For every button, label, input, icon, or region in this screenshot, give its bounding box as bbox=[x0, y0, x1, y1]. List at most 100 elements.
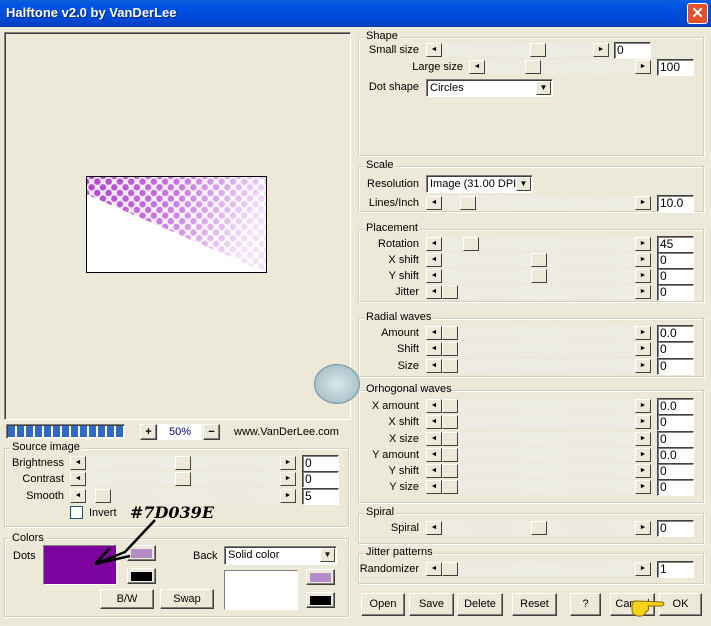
swap-button[interactable]: Swap bbox=[160, 589, 214, 609]
arrow-left-icon[interactable]: ◄ bbox=[426, 399, 442, 413]
radial-amount-value[interactable]: 0.0 bbox=[657, 325, 694, 342]
small-size-slider[interactable] bbox=[426, 43, 609, 57]
jitter-randomizer-thumb[interactable] bbox=[442, 562, 458, 576]
smooth-thumb[interactable] bbox=[95, 489, 111, 503]
close-icon[interactable]: ✕ bbox=[687, 3, 708, 24]
radial-amount-slider[interactable] bbox=[426, 326, 651, 340]
help-button[interactable]: ? bbox=[570, 593, 601, 616]
orthogonal-y-shift-slider[interactable] bbox=[426, 464, 651, 478]
zoom-in-button[interactable]: + bbox=[140, 424, 157, 440]
open-button[interactable]: Open bbox=[361, 593, 405, 616]
arrow-left-icon[interactable]: ◄ bbox=[426, 448, 442, 462]
orthogonal-x-size-thumb[interactable] bbox=[442, 432, 458, 446]
spiral-spiral-thumb[interactable] bbox=[531, 521, 547, 535]
arrow-left-icon[interactable]: ◄ bbox=[426, 562, 442, 576]
resolution-select[interactable]: Image (31.00 DPI ▼ bbox=[426, 175, 533, 193]
arrow-right-icon[interactable]: ► bbox=[635, 196, 651, 210]
large-size-value[interactable]: 100 bbox=[657, 59, 694, 76]
large-size-slider[interactable] bbox=[469, 60, 651, 74]
placement-rotation-value[interactable]: 45 bbox=[657, 236, 694, 253]
arrow-left-icon[interactable]: ◄ bbox=[426, 43, 442, 57]
brightness-thumb[interactable] bbox=[175, 456, 191, 470]
placement-x-shift-thumb[interactable] bbox=[531, 253, 547, 267]
arrow-left-icon[interactable]: ◄ bbox=[426, 359, 442, 373]
radial-shift-slider[interactable] bbox=[426, 342, 651, 356]
arrow-left-icon[interactable]: ◄ bbox=[426, 521, 442, 535]
placement-rotation-slider[interactable] bbox=[426, 237, 651, 251]
orthogonal-y-size-value[interactable]: 0 bbox=[657, 479, 694, 496]
arrow-right-icon[interactable]: ► bbox=[635, 399, 651, 413]
arrow-right-icon[interactable]: ► bbox=[635, 326, 651, 340]
arrow-right-icon[interactable]: ► bbox=[593, 43, 609, 57]
radial-size-slider[interactable] bbox=[426, 359, 651, 373]
lines-per-inch-value[interactable]: 10.0 bbox=[657, 195, 694, 212]
bw-button[interactable]: B/W bbox=[100, 589, 154, 609]
placement-rotation-thumb[interactable] bbox=[463, 237, 479, 251]
arrow-right-icon[interactable]: ► bbox=[635, 521, 651, 535]
small-size-thumb[interactable] bbox=[530, 43, 546, 57]
arrow-left-icon[interactable]: ◄ bbox=[469, 60, 485, 74]
arrow-right-icon[interactable]: ► bbox=[280, 456, 296, 470]
radial-shift-thumb[interactable] bbox=[442, 342, 458, 356]
delete-button[interactable]: Delete bbox=[457, 593, 503, 616]
arrow-right-icon[interactable]: ► bbox=[635, 562, 651, 576]
arrow-left-icon[interactable]: ◄ bbox=[426, 326, 442, 340]
orthogonal-x-shift-thumb[interactable] bbox=[442, 415, 458, 429]
arrow-right-icon[interactable]: ► bbox=[635, 464, 651, 478]
arrow-left-icon[interactable]: ◄ bbox=[426, 196, 442, 210]
orthogonal-y-amount-thumb[interactable] bbox=[442, 448, 458, 462]
large-size-thumb[interactable] bbox=[525, 60, 541, 74]
arrow-left-icon[interactable]: ◄ bbox=[426, 237, 442, 251]
back-dark-color-button[interactable] bbox=[306, 592, 335, 608]
back-color-swatch[interactable] bbox=[224, 570, 298, 610]
arrow-left-icon[interactable]: ◄ bbox=[426, 253, 442, 267]
orthogonal-x-amount-slider[interactable] bbox=[426, 399, 651, 413]
arrow-right-icon[interactable]: ► bbox=[635, 253, 651, 267]
jitter-randomizer-value[interactable]: 1 bbox=[657, 561, 694, 578]
save-button[interactable]: Save bbox=[409, 593, 454, 616]
arrow-right-icon[interactable]: ► bbox=[635, 60, 651, 74]
orthogonal-x-size-slider[interactable] bbox=[426, 432, 651, 446]
arrow-left-icon[interactable]: ◄ bbox=[426, 464, 442, 478]
orthogonal-y-size-thumb[interactable] bbox=[442, 480, 458, 494]
arrow-right-icon[interactable]: ► bbox=[635, 415, 651, 429]
orthogonal-y-shift-thumb[interactable] bbox=[442, 464, 458, 478]
placement-y-shift-value[interactable]: 0 bbox=[657, 268, 694, 285]
arrow-left-icon[interactable]: ◄ bbox=[426, 285, 442, 299]
dot-shape-select[interactable]: Circles ▼ bbox=[426, 79, 553, 97]
placement-jitter-slider[interactable] bbox=[426, 285, 651, 299]
spiral-spiral-value[interactable]: 0 bbox=[657, 520, 694, 537]
arrow-right-icon[interactable]: ► bbox=[635, 359, 651, 373]
arrow-right-icon[interactable]: ► bbox=[635, 342, 651, 356]
small-size-value[interactable]: 0 bbox=[614, 42, 651, 59]
arrow-right-icon[interactable]: ► bbox=[635, 237, 651, 251]
reset-button[interactable]: Reset bbox=[512, 593, 557, 616]
arrow-left-icon[interactable]: ◄ bbox=[70, 456, 86, 470]
orthogonal-y-shift-value[interactable]: 0 bbox=[657, 463, 694, 480]
jitter-randomizer-slider[interactable] bbox=[426, 562, 651, 576]
radial-size-thumb[interactable] bbox=[442, 359, 458, 373]
arrow-left-icon[interactable]: ◄ bbox=[426, 269, 442, 283]
orthogonal-x-shift-value[interactable]: 0 bbox=[657, 414, 694, 431]
radial-shift-value[interactable]: 0 bbox=[657, 341, 694, 358]
invert-checkbox[interactable] bbox=[70, 506, 83, 519]
radial-size-value[interactable]: 0 bbox=[657, 358, 694, 375]
arrow-right-icon[interactable]: ► bbox=[635, 269, 651, 283]
zoom-out-button[interactable]: − bbox=[203, 424, 220, 440]
orthogonal-x-amount-value[interactable]: 0.0 bbox=[657, 398, 694, 415]
arrow-left-icon[interactable]: ◄ bbox=[426, 432, 442, 446]
arrow-left-icon[interactable]: ◄ bbox=[70, 472, 86, 486]
arrow-left-icon[interactable]: ◄ bbox=[426, 480, 442, 494]
placement-y-shift-thumb[interactable] bbox=[531, 269, 547, 283]
arrow-right-icon[interactable]: ► bbox=[280, 489, 296, 503]
placement-jitter-thumb[interactable] bbox=[442, 285, 458, 299]
arrow-right-icon[interactable]: ► bbox=[635, 480, 651, 494]
orthogonal-x-shift-slider[interactable] bbox=[426, 415, 651, 429]
arrow-left-icon[interactable]: ◄ bbox=[426, 342, 442, 356]
arrow-left-icon[interactable]: ◄ bbox=[70, 489, 86, 503]
orthogonal-x-size-value[interactable]: 0 bbox=[657, 431, 694, 448]
radial-amount-thumb[interactable] bbox=[442, 326, 458, 340]
arrow-right-icon[interactable]: ► bbox=[635, 448, 651, 462]
orthogonal-x-amount-thumb[interactable] bbox=[442, 399, 458, 413]
orthogonal-y-amount-value[interactable]: 0.0 bbox=[657, 447, 694, 464]
